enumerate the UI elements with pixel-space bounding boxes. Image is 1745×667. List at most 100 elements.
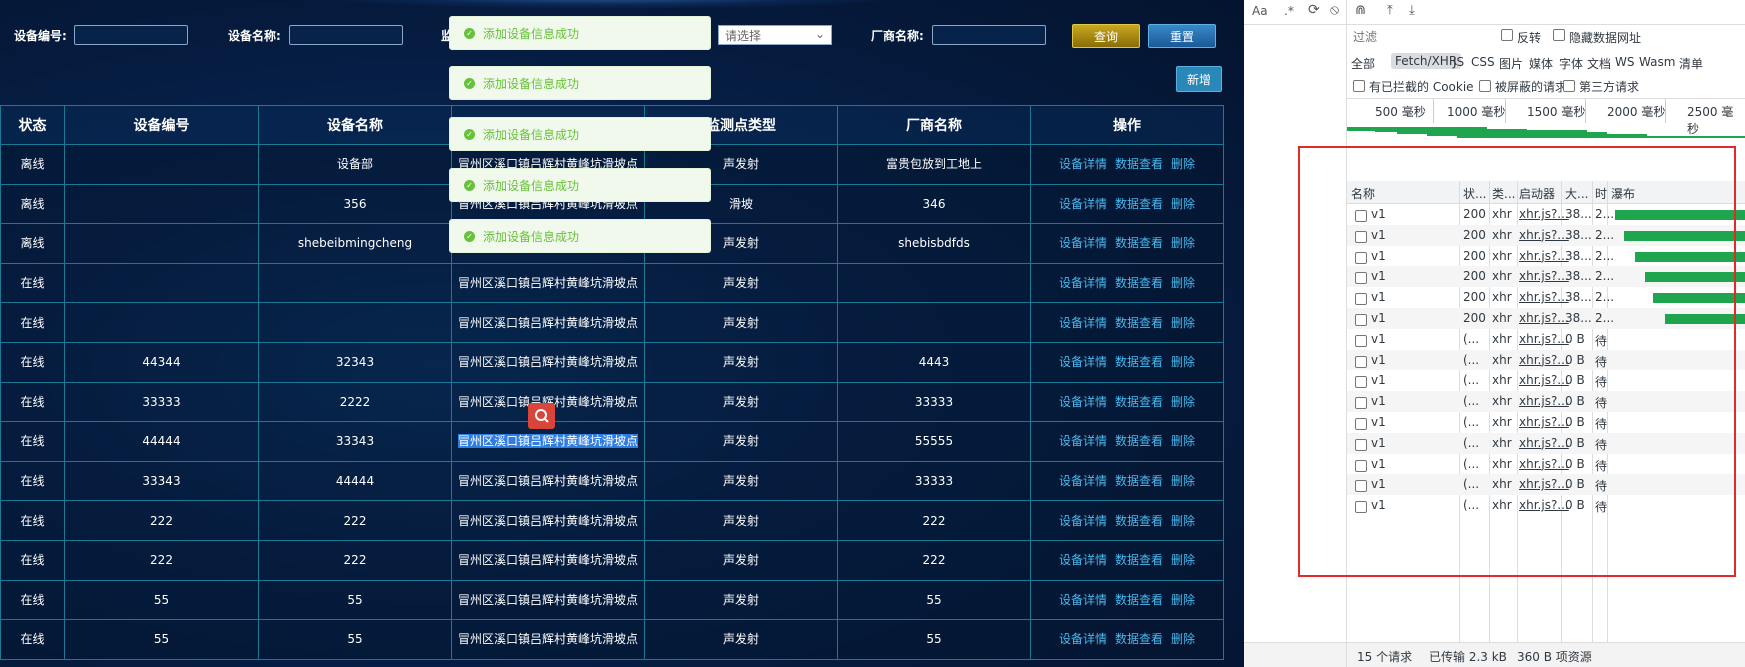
type-filter-4[interactable]: 图片	[1499, 55, 1523, 72]
request-row[interactable]: v1 200 xhr xhr.js?... 38... 2...	[1347, 246, 1745, 267]
type-filter-3[interactable]: CSS	[1471, 55, 1495, 69]
type-filter-9[interactable]: Wasm	[1639, 55, 1675, 69]
type-filter-8[interactable]: WS	[1615, 55, 1634, 69]
request-row[interactable]: v1 200 xhr xhr.js?... 38... 2...	[1347, 308, 1745, 329]
details-link[interactable]: 设备详情	[1059, 197, 1107, 211]
delete-link[interactable]: 删除	[1171, 553, 1195, 567]
timeline-overview[interactable]: 500 毫秒 1000 毫秒 1500 毫秒 2000 毫秒 2500 毫秒	[1347, 98, 1745, 182]
type-filter-10[interactable]: 清单	[1679, 55, 1703, 72]
request-row[interactable]: v1 (... xhr xhr.js?... 0 B 待	[1347, 370, 1745, 391]
view-data-link[interactable]: 数据查看	[1115, 276, 1163, 290]
view-data-link[interactable]: 数据查看	[1115, 593, 1163, 607]
view-data-link[interactable]: 数据查看	[1115, 474, 1163, 488]
request-initiator[interactable]: xhr.js?...	[1519, 436, 1569, 450]
delete-link[interactable]: 删除	[1171, 395, 1195, 409]
view-data-link[interactable]: 数据查看	[1115, 316, 1163, 330]
type-filter-0[interactable]: 全部	[1351, 55, 1375, 72]
wifi-throttle-icon[interactable]: ⋒	[1355, 3, 1366, 18]
type-filter-2[interactable]: JS	[1453, 55, 1464, 69]
request-initiator[interactable]: xhr.js?...	[1519, 228, 1569, 242]
request-row[interactable]: v1 200 xhr xhr.js?... 38... 2...	[1347, 266, 1745, 288]
delete-link[interactable]: 删除	[1171, 197, 1195, 211]
request-initiator[interactable]: xhr.js?...	[1519, 457, 1569, 471]
delete-link[interactable]: 删除	[1171, 355, 1195, 369]
details-link[interactable]: 设备详情	[1059, 593, 1107, 607]
type-filter-6[interactable]: 字体	[1559, 55, 1583, 72]
delete-link[interactable]: 删除	[1171, 514, 1195, 528]
details-link[interactable]: 设备详情	[1059, 434, 1107, 448]
details-link[interactable]: 设备详情	[1059, 157, 1107, 171]
device-no-input[interactable]	[74, 25, 188, 45]
request-initiator[interactable]: xhr.js?...	[1519, 207, 1569, 221]
view-data-link[interactable]: 数据查看	[1115, 514, 1163, 528]
details-link[interactable]: 设备详情	[1059, 395, 1107, 409]
request-initiator[interactable]: xhr.js?...	[1519, 415, 1569, 429]
match-case-toggle[interactable]: Aa	[1252, 4, 1268, 18]
request-row[interactable]: v1 200 xhr xhr.js?... 38... 2...	[1347, 204, 1745, 225]
col-waterfall[interactable]: 瀑布	[1611, 185, 1635, 202]
hide-data-urls-checkbox[interactable]	[1553, 29, 1565, 43]
request-row[interactable]: v1 (... xhr xhr.js?... 0 B 待	[1347, 432, 1745, 454]
details-link[interactable]: 设备详情	[1059, 474, 1107, 488]
request-initiator[interactable]: xhr.js?...	[1519, 477, 1569, 491]
request-initiator[interactable]: xhr.js?...	[1519, 353, 1569, 367]
monitor-type-select[interactable]: 请选择 ⌄	[718, 25, 832, 45]
request-row[interactable]: v1 (... xhr xhr.js?... 0 B 待	[1347, 329, 1745, 350]
request-row[interactable]: v1 (... xhr xhr.js?... 0 B 待	[1347, 454, 1745, 475]
query-button[interactable]: 查询	[1072, 24, 1140, 48]
view-data-link[interactable]: 数据查看	[1115, 355, 1163, 369]
delete-link[interactable]: 删除	[1171, 434, 1195, 448]
delete-link[interactable]: 删除	[1171, 236, 1195, 250]
request-row[interactable]: v1 (... xhr xhr.js?... 0 B 待	[1347, 349, 1745, 371]
type-filter-5[interactable]: 媒体	[1529, 55, 1553, 72]
view-data-link[interactable]: 数据查看	[1115, 236, 1163, 250]
type-filter-1[interactable]: Fetch/XHR	[1391, 53, 1462, 69]
delete-link[interactable]: 删除	[1171, 593, 1195, 607]
request-initiator[interactable]: xhr.js?...	[1519, 332, 1569, 346]
details-link[interactable]: 设备详情	[1059, 553, 1107, 567]
delete-link[interactable]: 删除	[1171, 157, 1195, 171]
type-filter-7[interactable]: 文档	[1587, 55, 1611, 72]
refresh-icon[interactable]: ⟳	[1308, 2, 1320, 18]
details-link[interactable]: 设备详情	[1059, 316, 1107, 330]
upload-icon[interactable]: ⤒	[1387, 3, 1393, 18]
details-link[interactable]: 设备详情	[1059, 276, 1107, 290]
view-data-link[interactable]: 数据查看	[1115, 157, 1163, 171]
add-button[interactable]: 新增	[1176, 66, 1222, 92]
delete-link[interactable]: 删除	[1171, 276, 1195, 290]
request-initiator[interactable]: xhr.js?...	[1519, 249, 1569, 263]
details-link[interactable]: 设备详情	[1059, 632, 1107, 646]
delete-link[interactable]: 删除	[1171, 632, 1195, 646]
details-link[interactable]: 设备详情	[1059, 514, 1107, 528]
col-name[interactable]: 名称	[1351, 185, 1375, 202]
request-initiator[interactable]: xhr.js?...	[1519, 373, 1569, 387]
search-overlay-icon[interactable]	[528, 403, 555, 429]
request-row[interactable]: v1 200 xhr xhr.js?... 38... 2...	[1347, 287, 1745, 308]
filter-input[interactable]	[1351, 27, 1495, 47]
request-row[interactable]: v1 (... xhr xhr.js?... 0 B 待	[1347, 495, 1745, 516]
view-data-link[interactable]: 数据查看	[1115, 632, 1163, 646]
device-name-input[interactable]	[289, 25, 403, 45]
request-initiator[interactable]: xhr.js?...	[1519, 498, 1569, 512]
view-data-link[interactable]: 数据查看	[1115, 553, 1163, 567]
details-link[interactable]: 设备详情	[1059, 236, 1107, 250]
regex-toggle[interactable]: .*	[1284, 4, 1294, 18]
col-status[interactable]: 状...	[1463, 185, 1486, 202]
view-data-link[interactable]: 数据查看	[1115, 197, 1163, 211]
col-initiator[interactable]: 启动器	[1519, 185, 1555, 202]
delete-link[interactable]: 删除	[1171, 474, 1195, 488]
col-type[interactable]: 类...	[1492, 185, 1515, 202]
download-icon[interactable]: ⤓	[1409, 3, 1415, 18]
vendor-input[interactable]	[932, 25, 1046, 45]
col-size[interactable]: 大...	[1565, 185, 1588, 202]
request-initiator[interactable]: xhr.js?...	[1519, 311, 1569, 325]
view-data-link[interactable]: 数据查看	[1115, 395, 1163, 409]
reset-button[interactable]: 重置	[1148, 24, 1216, 48]
request-row[interactable]: v1 (... xhr xhr.js?... 0 B 待	[1347, 474, 1745, 496]
details-link[interactable]: 设备详情	[1059, 355, 1107, 369]
request-row[interactable]: v1 (... xhr xhr.js?... 0 B 待	[1347, 412, 1745, 433]
request-row[interactable]: v1 (... xhr xhr.js?... 0 B 待	[1347, 391, 1745, 412]
delete-link[interactable]: 删除	[1171, 316, 1195, 330]
invert-checkbox[interactable]	[1501, 29, 1513, 43]
cancel-icon[interactable]: ⦸	[1330, 2, 1339, 18]
